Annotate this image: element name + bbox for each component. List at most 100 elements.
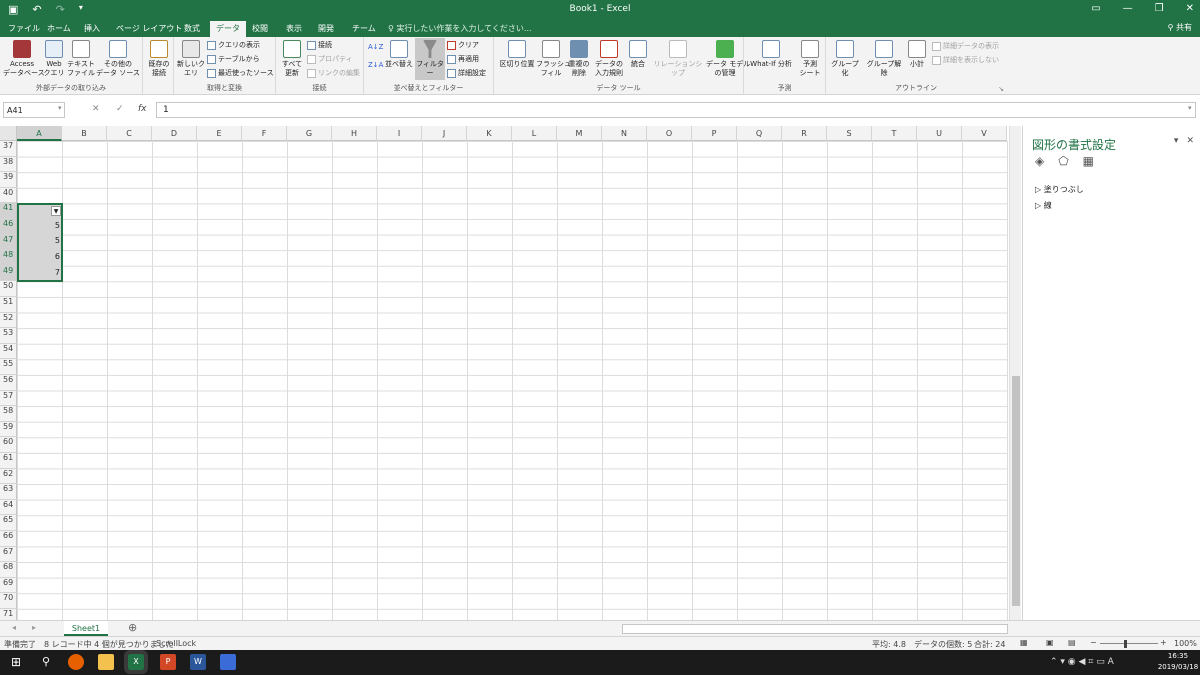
row-header-65[interactable]: 65	[0, 515, 17, 531]
next-sheet-icon[interactable]: ▸	[32, 623, 36, 632]
page-break-view-icon[interactable]: ▤	[1068, 638, 1076, 647]
recent-sources-button[interactable]: 最近使ったソース	[207, 68, 274, 78]
row-header-69[interactable]: 69	[0, 577, 17, 594]
row-header-71[interactable]: 71	[0, 609, 17, 620]
show-queries-button[interactable]: クエリの表示	[207, 40, 260, 50]
clear-button[interactable]: クリア	[447, 40, 479, 50]
zoom-in-icon[interactable]: +	[1160, 638, 1167, 647]
row-header-40[interactable]: 40	[0, 187, 17, 204]
windows-start-icon[interactable]: ⊞	[8, 654, 24, 670]
cell-a47[interactable]: 5	[17, 236, 63, 245]
row-header-59[interactable]: 59	[0, 421, 17, 438]
fill-line-icon[interactable]: ◈	[1035, 154, 1044, 168]
column-header-n[interactable]: N	[602, 126, 647, 141]
tab-review[interactable]: 校閲	[252, 23, 268, 34]
new-query-button[interactable]: 新しいク エリ	[176, 40, 206, 78]
select-all-corner[interactable]	[0, 126, 17, 141]
formula-input[interactable]: 1	[156, 102, 1196, 118]
insert-function-icon[interactable]: fx	[138, 104, 147, 114]
connections-button[interactable]: 接続	[307, 40, 332, 50]
remove-duplicates-button[interactable]: 重複の 削除	[566, 40, 592, 78]
column-header-s[interactable]: S	[827, 126, 872, 141]
system-tray-icons[interactable]: ⌃ ▾ ◉ ◀ ⌗ ▭ A	[1050, 657, 1114, 667]
restore-icon[interactable]: ❐	[1155, 3, 1164, 14]
text-to-columns-button[interactable]: 区切り位置	[498, 40, 536, 69]
close-icon[interactable]: ✕	[1186, 3, 1194, 14]
row-header-41[interactable]: 41	[0, 203, 17, 219]
row-header-53[interactable]: 53	[0, 328, 17, 344]
tell-me-search[interactable]: ♀ 実行したい作業を入力してください...	[388, 23, 532, 34]
properties-button[interactable]: プロパティ	[307, 54, 353, 64]
web-query-button[interactable]: Web クエリ	[42, 40, 66, 78]
row-header-51[interactable]: 51	[0, 297, 17, 313]
powerpoint-icon[interactable]: P	[160, 654, 176, 670]
tab-home[interactable]: ホーム	[47, 23, 71, 34]
search-icon[interactable]: ⚲	[38, 654, 54, 670]
row-header-47[interactable]: 47	[0, 234, 17, 251]
row-header-57[interactable]: 57	[0, 390, 17, 407]
row-header-62[interactable]: 62	[0, 468, 17, 485]
tab-team[interactable]: チーム	[352, 23, 376, 34]
pane-close-icon[interactable]: ✕	[1186, 136, 1194, 146]
fill-section[interactable]: ▷ 塗りつぶし	[1035, 184, 1084, 195]
row-header-38[interactable]: 38	[0, 156, 17, 173]
cell-a48[interactable]: 6	[17, 252, 63, 261]
ribbon-display-icon[interactable]: ▭	[1091, 3, 1100, 14]
row-header-56[interactable]: 56	[0, 375, 17, 391]
sort-button[interactable]: 並べ替え	[384, 40, 414, 69]
existing-connections-button[interactable]: 既存の 接続	[145, 40, 173, 78]
row-header-63[interactable]: 63	[0, 484, 17, 500]
row-header-55[interactable]: 55	[0, 359, 17, 375]
tab-view[interactable]: 表示	[286, 23, 302, 34]
column-header-e[interactable]: E	[197, 126, 242, 141]
cell-area[interactable]	[17, 141, 1008, 620]
column-header-k[interactable]: K	[467, 126, 512, 141]
tab-insert[interactable]: 挿入	[84, 23, 100, 34]
column-header-u[interactable]: U	[917, 126, 962, 141]
cancel-icon[interactable]: ✕	[92, 104, 100, 114]
prev-sheet-icon[interactable]: ◂	[12, 623, 16, 632]
column-header-p[interactable]: P	[692, 126, 737, 141]
normal-view-icon[interactable]: ▦	[1020, 638, 1028, 647]
advanced-button[interactable]: 詳細設定	[447, 68, 486, 78]
minimize-icon[interactable]: —	[1123, 3, 1133, 14]
data-model-button[interactable]: データ モデル の管理	[706, 40, 750, 78]
cell-a46[interactable]: 5	[17, 221, 63, 230]
row-header-52[interactable]: 52	[0, 312, 17, 329]
filter-button[interactable]: フィルター	[415, 38, 445, 80]
firefox-icon[interactable]	[68, 654, 84, 670]
access-button[interactable]: Access データベース	[3, 40, 45, 78]
sort-az-button[interactable]: A↓Z	[368, 43, 383, 51]
other-sources-button[interactable]: その他の データ ソース	[96, 40, 140, 78]
file-explorer-icon[interactable]	[98, 654, 114, 670]
line-section[interactable]: ▷ 線	[1035, 200, 1052, 211]
row-header-58[interactable]: 58	[0, 406, 17, 422]
tab-page-layout[interactable]: ページ レイアウト	[116, 23, 182, 34]
relationships-button[interactable]: リレーションシップ	[652, 40, 704, 78]
row-header-70[interactable]: 70	[0, 593, 17, 609]
effects-icon[interactable]: ⬠	[1058, 154, 1068, 168]
hide-detail-button[interactable]: 詳細を表示しない	[932, 55, 999, 65]
group-button[interactable]: グループ化	[828, 40, 862, 78]
scroll-thumb[interactable]	[1012, 376, 1020, 606]
row-header-39[interactable]: 39	[0, 172, 17, 188]
row-header-64[interactable]: 64	[0, 499, 17, 516]
row-header-46[interactable]: 46	[0, 219, 17, 235]
add-sheet-icon[interactable]: ⊕	[128, 621, 137, 634]
tab-developer[interactable]: 開発	[318, 23, 334, 34]
horizontal-scrollbar[interactable]	[622, 624, 1008, 634]
zoom-slider[interactable]	[1100, 643, 1158, 644]
tab-file[interactable]: ファイル	[8, 23, 40, 34]
expand-formula-bar-icon[interactable]: ▾	[1188, 104, 1192, 112]
subtotal-button[interactable]: 小計	[906, 40, 928, 69]
excel-taskbar-icon[interactable]: X	[124, 650, 148, 674]
column-header-f[interactable]: F	[242, 126, 287, 141]
row-header-49[interactable]: 49	[0, 265, 17, 282]
app-icon[interactable]	[220, 654, 236, 670]
column-header-m[interactable]: M	[557, 126, 602, 141]
column-header-g[interactable]: G	[287, 126, 332, 141]
page-layout-view-icon[interactable]: ▣	[1046, 638, 1054, 647]
from-table-button[interactable]: テーブルから	[207, 54, 260, 64]
row-header-48[interactable]: 48	[0, 250, 17, 266]
show-detail-button[interactable]: 詳細データの表示	[932, 41, 999, 51]
